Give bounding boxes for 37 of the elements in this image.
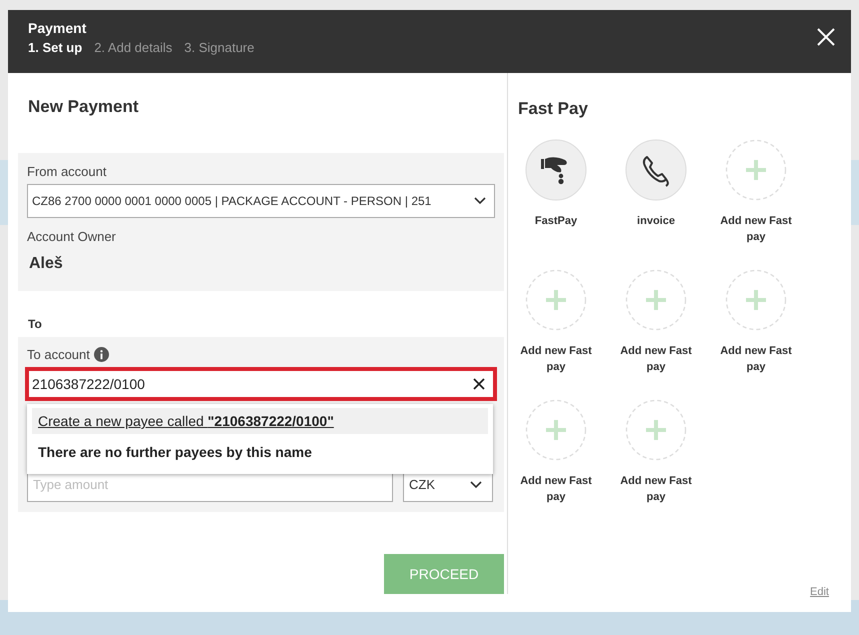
step-tab[interactable]: 2. Add details xyxy=(94,40,172,55)
fast-pay-label[interactable]: Add new Fast pay xyxy=(514,473,598,509)
plus-icon[interactable] xyxy=(625,269,687,331)
close-icon[interactable] xyxy=(817,28,835,46)
create-payee-link[interactable]: Create a new payee called "2106387222/0100" xyxy=(32,408,488,434)
clear-icon[interactable] xyxy=(473,378,485,390)
plus-icon[interactable] xyxy=(725,139,787,201)
fast-pay-label[interactable]: Add new Fast pay xyxy=(714,343,798,379)
dialog-title: Payment xyxy=(28,20,88,36)
section-heading: New Payment xyxy=(28,97,140,117)
chevron-icon xyxy=(470,480,482,488)
account-select[interactable]: CZ86 2700 0000 0001 0000 0005 | PACKAGE ACCOUNT - PERSON | 251 xyxy=(27,184,495,218)
fast-pay-label[interactable]: FastPay xyxy=(514,213,598,249)
field-label: From account xyxy=(27,164,106,179)
phone-icon[interactable] xyxy=(625,139,687,201)
section-label: To xyxy=(28,317,43,331)
fast-pay-label[interactable]: Add new Fast pay xyxy=(514,343,598,379)
section-heading: Fast Pay xyxy=(518,99,589,119)
plus-icon[interactable] xyxy=(625,399,687,461)
step-tab[interactable]: 3. Signature xyxy=(184,40,254,55)
edit-link[interactable]: Edit xyxy=(810,586,829,598)
fast-pay-label[interactable]: Add new Fast pay xyxy=(714,213,798,249)
no-payees-message: There are no further payees by this name xyxy=(37,443,313,462)
field-label: Account Owner xyxy=(27,229,116,244)
fast-pay-label[interactable]: invoice xyxy=(614,213,698,249)
plus-icon[interactable] xyxy=(525,269,587,331)
plus-icon[interactable] xyxy=(725,269,787,331)
owner-name: Aleš xyxy=(29,255,64,273)
plus-icon[interactable] xyxy=(525,399,587,461)
fast-pay-label[interactable]: Add new Fast pay xyxy=(614,343,698,379)
step-tab[interactable]: 1. Set up xyxy=(28,40,82,55)
field-label: To account xyxy=(27,347,90,362)
chevron-icon xyxy=(474,197,486,205)
info-icon[interactable] xyxy=(94,347,109,362)
hand-coin-icon[interactable] xyxy=(525,139,587,201)
account-input[interactable]: 2106387222/0100 xyxy=(25,367,497,401)
fast-pay-label[interactable]: Add new Fast pay xyxy=(614,473,698,509)
